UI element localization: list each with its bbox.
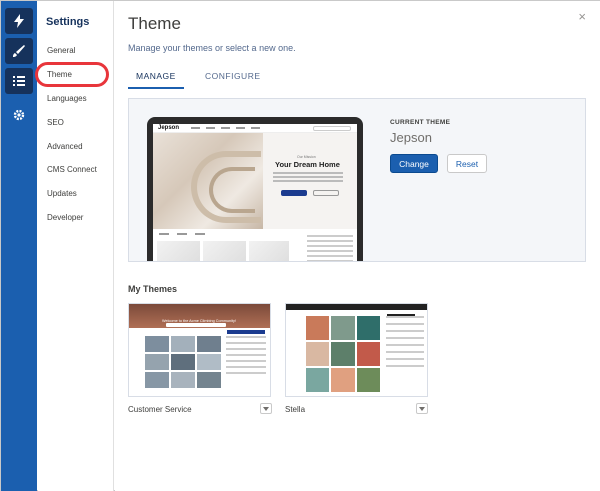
my-themes-heading: My Themes xyxy=(128,284,178,294)
tab-manage[interactable]: MANAGE xyxy=(136,71,176,81)
app-window: Settings General Theme Languages SEO Adv… xyxy=(0,0,600,491)
sidebar-item-general[interactable]: General xyxy=(47,46,75,55)
sidebar-item-developer[interactable]: Developer xyxy=(47,213,83,222)
preview-body-text xyxy=(273,172,343,184)
preview-thumb xyxy=(203,241,246,261)
current-theme-panel: Jepson Our Mission Your Dream Home CURRE… xyxy=(128,98,586,262)
preview-sidebar-lines xyxy=(307,235,353,261)
preview-thumb xyxy=(249,241,289,261)
list-rail-button[interactable] xyxy=(5,68,33,94)
theme-preview-screen: Jepson Our Mission Your Dream Home xyxy=(153,124,357,261)
page-title: Theme xyxy=(128,14,181,33)
tab-configure[interactable]: CONFIGURE xyxy=(205,71,261,81)
preview-primary-button xyxy=(281,190,307,196)
sidebar-item-seo[interactable]: SEO xyxy=(47,118,64,127)
stella-menu-button[interactable] xyxy=(416,403,428,414)
customer-service-menu-button[interactable] xyxy=(260,403,272,414)
builder-rail xyxy=(1,1,37,491)
card-preview-button xyxy=(227,330,265,334)
preview-search xyxy=(313,126,351,131)
theme-highlight-annotation xyxy=(35,62,109,87)
preview-logo: Jepson xyxy=(158,125,180,131)
preview-headline: Your Dream Home xyxy=(275,160,340,169)
chevron-down-icon xyxy=(419,406,425,411)
theme-preview-device: Jepson Our Mission Your Dream Home xyxy=(147,117,363,261)
sidebar-title: Settings xyxy=(46,16,90,28)
gear-rail-button[interactable] xyxy=(1,101,37,129)
change-theme-button[interactable]: Change xyxy=(390,154,438,173)
theme-card-name: Stella xyxy=(285,405,306,414)
current-theme-name: Jepson xyxy=(390,130,432,145)
preview-hero-image xyxy=(153,133,263,229)
sidebar-item-cms-connect[interactable]: CMS Connect xyxy=(47,165,97,174)
gear-icon xyxy=(13,109,25,121)
main-panel: × Theme Manage your themes or select a n… xyxy=(115,1,600,491)
preview-hero: Our Mission Your Dream Home xyxy=(153,133,357,229)
brush-icon xyxy=(13,45,25,57)
page-subtitle: Manage your themes or select a new one. xyxy=(128,43,296,53)
theme-card-customer-service[interactable]: Welcome to the Acme Climbing Community! xyxy=(128,303,271,397)
preview-lower-section xyxy=(153,231,357,261)
preview-navbar: Jepson xyxy=(153,124,357,133)
sidebar-item-updates[interactable]: Updates xyxy=(47,189,77,198)
preview-nav-links xyxy=(191,127,260,129)
active-tab-underline xyxy=(128,87,184,89)
current-theme-label: CURRENT THEME xyxy=(390,119,451,126)
brush-rail-button[interactable] xyxy=(5,38,33,64)
lightning-icon xyxy=(14,14,24,28)
sidebar-item-advanced[interactable]: Advanced xyxy=(47,142,83,151)
theme-tabs: MANAGE CONFIGURE xyxy=(128,67,588,89)
card-preview-grid xyxy=(306,316,380,392)
sidebar-item-languages[interactable]: Languages xyxy=(47,94,87,103)
reset-theme-button[interactable]: Reset xyxy=(447,154,487,173)
list-icon xyxy=(13,76,25,86)
lightning-rail-button[interactable] xyxy=(5,8,33,34)
card-preview-sidebar xyxy=(386,316,424,372)
preview-secondary-button xyxy=(313,190,339,196)
theme-card-stella[interactable] xyxy=(285,303,428,397)
preview-eyebrow: Our Mission xyxy=(297,155,316,159)
theme-card-name: Customer Service xyxy=(128,405,192,414)
preview-thumb xyxy=(157,241,200,261)
close-icon[interactable]: × xyxy=(578,9,586,24)
card-preview-topbar xyxy=(286,304,427,310)
card-preview-grid xyxy=(145,336,221,388)
card-preview-search xyxy=(166,323,226,327)
chevron-down-icon xyxy=(263,406,269,411)
card-preview-sidebar xyxy=(226,336,266,378)
